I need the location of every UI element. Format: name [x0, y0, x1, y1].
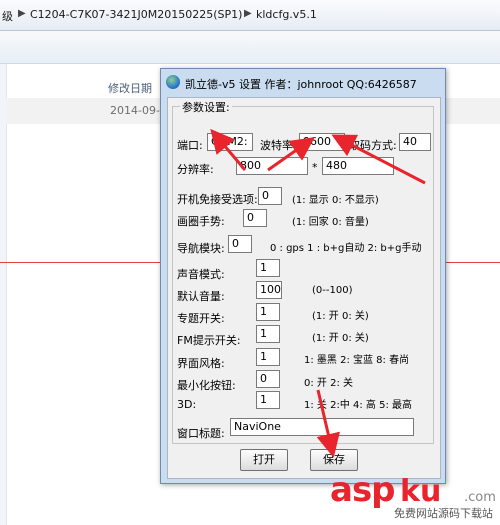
- 3d-input[interactable]: 1: [256, 391, 280, 409]
- breadcrumb-item[interactable]: 级: [2, 8, 13, 24]
- port-input[interactable]: COM2:: [207, 133, 253, 151]
- topic-switch-input[interactable]: 1: [256, 303, 280, 321]
- dialog-titlebar[interactable]: 凯立德-v5 设置 作者：johnroot QQ:6426587: [161, 69, 445, 97]
- explorer-toolbar: [0, 31, 500, 64]
- port-label: 端口:: [177, 139, 203, 152]
- breadcrumb-separator-icon: ▶: [244, 8, 252, 19]
- 3d-hint: 1: 关 2:中 4: 高 5: 最高: [304, 400, 412, 411]
- resolution-label: 分辨率:: [177, 163, 214, 176]
- topic-switch-hint: (1: 开 0: 关): [312, 311, 369, 322]
- watermark-com: .com: [464, 490, 496, 505]
- default-volume-hint: (0--100): [312, 285, 353, 296]
- breadcrumb-separator-icon: ▶: [18, 8, 26, 19]
- resolution-separator: *: [312, 161, 318, 174]
- topic-switch-label: 专题开关:: [177, 312, 225, 325]
- baud-label: 波特率:: [260, 139, 297, 152]
- ui-style-input[interactable]: 1: [256, 348, 280, 366]
- save-button[interactable]: 保存: [310, 449, 358, 471]
- default-volume-input[interactable]: 100: [256, 281, 282, 299]
- default-volume-label: 默认音量:: [177, 290, 225, 303]
- breadcrumb-item[interactable]: C1204-C7K07-3421J0M20150225(SP1): [30, 8, 242, 21]
- resolution-height-input[interactable]: 480: [322, 157, 394, 175]
- address-bar[interactable]: 级 ▶ C1204-C7K07-3421J0M20150225(SP1) ▶ k…: [0, 0, 500, 31]
- circle-gesture-label: 画圈手势:: [177, 215, 225, 228]
- minimize-button-hint: 0: 开 2: 关: [304, 378, 353, 389]
- open-button[interactable]: 打开: [240, 449, 288, 471]
- 3d-label: 3D:: [177, 398, 197, 411]
- resolution-width-input[interactable]: 800: [236, 157, 308, 175]
- nav-module-input[interactable]: 0: [228, 235, 252, 253]
- decode-input[interactable]: 40: [399, 133, 431, 151]
- ui-style-label: 界面风格:: [177, 357, 225, 370]
- fm-prompt-label: FM提示开关:: [177, 334, 241, 347]
- nav-module-hint: 0 : gps 1 : b+g自动 2: b+g手动: [270, 243, 422, 254]
- decode-label: 取码方式:: [349, 139, 397, 152]
- window-title-label: 窗口标题:: [177, 427, 225, 440]
- column-header-date[interactable]: 修改日期: [108, 80, 152, 96]
- sound-mode-input[interactable]: 1: [256, 259, 280, 277]
- watermark-logo-ku: ku: [400, 474, 442, 509]
- dialog-title: 凯立德-v5 设置 作者：johnroot QQ:6426587: [185, 78, 417, 91]
- circle-gesture-hint: (1: 回家 0: 音量): [292, 217, 369, 228]
- globe-icon: [166, 75, 180, 89]
- minimize-button-input[interactable]: 0: [256, 370, 280, 388]
- watermark-subtitle: 免费网站源码下载站: [394, 505, 493, 521]
- navigation-pane: [0, 64, 7, 525]
- fm-prompt-input[interactable]: 1: [256, 325, 280, 343]
- startup-option-label: 开机免接受选项:: [177, 193, 258, 206]
- breadcrumb-item[interactable]: kldcfg.v5.1: [256, 8, 317, 21]
- window-title-input[interactable]: NaviOne: [230, 418, 414, 436]
- baud-input[interactable]: 9600: [299, 133, 345, 151]
- params-group-title: 参数设置:: [180, 99, 232, 115]
- nav-module-label: 导航模块:: [177, 242, 225, 255]
- circle-gesture-input[interactable]: 0: [243, 209, 267, 227]
- startup-option-hint: (1: 显示 0: 不显示): [292, 195, 379, 206]
- ui-style-hint: 1: 墨黑 2: 宝蓝 8: 春尚: [304, 355, 410, 366]
- watermark-logo: asp: [330, 470, 396, 510]
- fm-prompt-hint: (1: 开 0: 关): [312, 333, 369, 344]
- startup-option-input[interactable]: 0: [258, 187, 282, 205]
- sound-mode-label: 声音模式:: [177, 268, 225, 281]
- minimize-button-label: 最小化按钮:: [177, 379, 236, 392]
